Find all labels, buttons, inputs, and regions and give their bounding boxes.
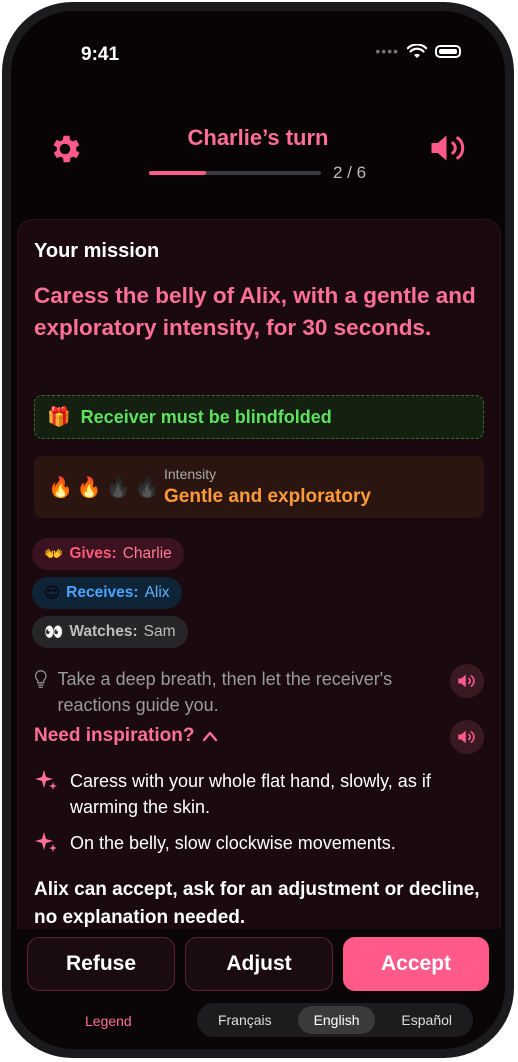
action-bar: Refuse Adjust Accept Legend Français Eng…	[11, 929, 505, 1049]
blindfold-text: Receiver must be blindfolded	[80, 406, 332, 427]
role-value: Sam	[143, 623, 176, 640]
inspiration-title: Need inspiration?	[34, 725, 195, 746]
mission-text: Caress the belly of Alix, with a gentle …	[34, 283, 476, 340]
inspiration-text: On the belly, slow clockwise movements.	[70, 833, 396, 853]
wifi-icon	[407, 43, 427, 58]
blindfold-banner: 🎁 Receiver must be blindfolded	[34, 395, 484, 439]
chevron-up-icon	[203, 731, 218, 742]
language-option-es[interactable]: Español	[385, 1006, 468, 1034]
roles-list: 👐 Gives: Charlie 😌 Receives: Alix 👀 Watc…	[32, 538, 188, 655]
legend-link[interactable]: Legend	[85, 1013, 132, 1029]
intensity-flames: 🔥 🔥 🔥 🔥	[48, 475, 164, 500]
role-key: Watches:	[69, 623, 138, 640]
speaker-icon[interactable]	[429, 133, 469, 163]
mission-label: Your mission	[34, 240, 160, 262]
inspiration-list: Caress with your whole flat hand, slowly…	[34, 768, 484, 866]
status-time: 9:41	[81, 44, 120, 65]
refuse-button[interactable]: Refuse	[27, 937, 175, 991]
language-option-en[interactable]: English	[297, 1006, 376, 1034]
accept-button[interactable]: Accept	[343, 937, 489, 991]
intensity-box: 🔥 🔥 🔥 🔥 Intensity Gentle and exploratory	[34, 456, 484, 518]
inspiration-text: Caress with your whole flat hand, slowly…	[70, 771, 431, 817]
turn-progress-fill	[149, 171, 207, 175]
role-key: Gives:	[69, 545, 117, 562]
hands-icon: 👐	[44, 545, 64, 563]
status-icons: ••••	[375, 43, 461, 59]
speaker-icon	[458, 730, 475, 744]
speaker-icon	[458, 674, 475, 688]
consent-text: Alix can accept, ask for an adjustment o…	[34, 879, 480, 928]
eyes-icon: 👀	[44, 623, 64, 641]
battery-icon	[435, 44, 461, 58]
turn-header: Charlie’s turn 2 / 6	[11, 121, 505, 201]
tip-text: Take a deep breath, then let the receive…	[57, 669, 393, 715]
flame-icon: 🔥	[76, 476, 102, 499]
flame-icon: 🔥	[48, 476, 73, 499]
role-gives: 👐 Gives: Charlie	[32, 538, 184, 570]
language-option-fr[interactable]: Français	[202, 1006, 288, 1034]
mission-card: Your mission Caress the belly of Alix, w…	[17, 219, 501, 941]
turn-progress-text: 2 / 6	[333, 163, 367, 182]
role-value: Charlie	[122, 545, 172, 562]
turn-progress-bar	[149, 171, 321, 175]
flame-icon: 🔥	[105, 476, 131, 499]
language-switcher: Français English Español	[197, 1003, 473, 1037]
role-value: Alix	[144, 584, 170, 601]
intensity-label: Intensity	[164, 466, 217, 482]
inspiration-toggle[interactable]: Need inspiration?	[34, 725, 218, 747]
inspiration-item: Caress with your whole flat hand, slowly…	[34, 768, 484, 820]
flame-icon: 🔥	[134, 476, 160, 499]
signal-icon: ••••	[375, 43, 399, 59]
role-watches: 👀 Watches: Sam	[32, 616, 188, 648]
screen: 9:41 •••• Charlie’s turn 2 / 6 Your miss…	[11, 11, 505, 1049]
tip-row: Take a deep breath, then let the receive…	[34, 666, 434, 718]
adjust-button[interactable]: Adjust	[185, 937, 333, 991]
inspiration-item: On the belly, slow clockwise movements.	[34, 830, 484, 856]
status-bar: 9:41 ••••	[11, 11, 505, 91]
relieved-face-icon: 😌	[44, 584, 61, 602]
sparkle-icon	[35, 832, 57, 852]
tip-speaker-button[interactable]	[450, 664, 484, 698]
role-receives: 😌 Receives: Alix	[32, 577, 182, 609]
device-frame: 9:41 •••• Charlie’s turn 2 / 6 Your miss…	[2, 2, 514, 1058]
role-key: Receives:	[66, 584, 139, 601]
lightbulb-icon	[34, 670, 47, 688]
gift-icon: 🎁	[47, 407, 71, 428]
sparkle-icon	[35, 770, 57, 790]
inspiration-speaker-button[interactable]	[450, 720, 484, 754]
intensity-value: Gentle and exploratory	[164, 486, 371, 507]
